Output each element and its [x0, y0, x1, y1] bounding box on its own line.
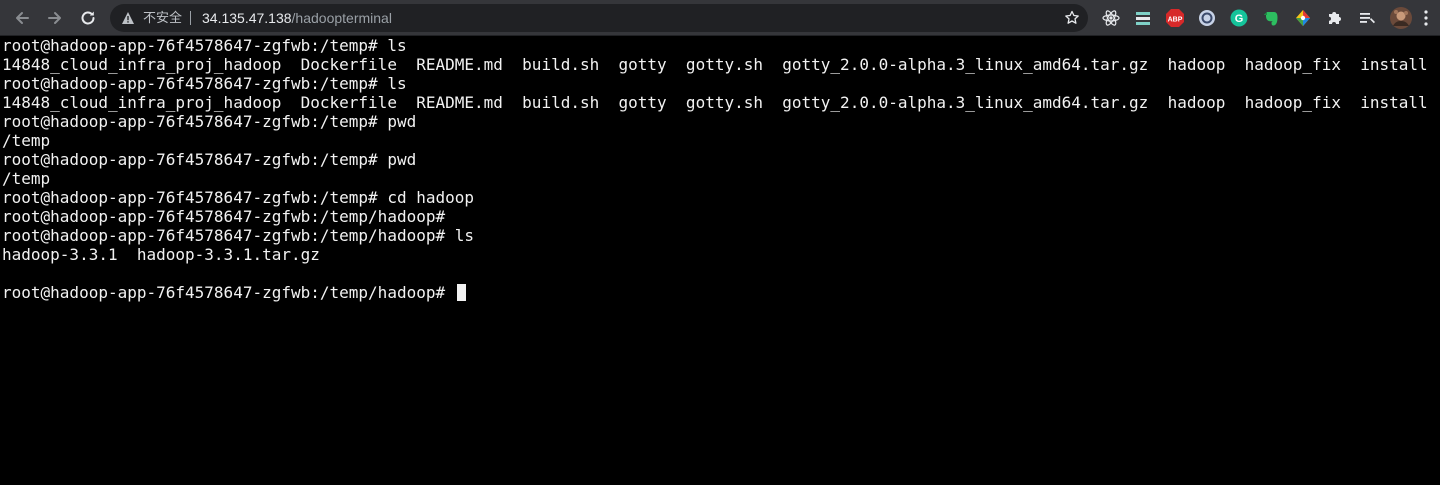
back-button[interactable]: [10, 6, 34, 30]
address-bar[interactable]: 不安全 34.135.47.138/hadoopterminal: [110, 4, 1088, 32]
terminal-line: /temp: [2, 131, 51, 150]
reading-list-icon[interactable]: [1357, 8, 1377, 28]
forward-arrow-icon: [48, 12, 61, 24]
terminal-line: 14848_cloud_infra_proj_hadoop Dockerfile…: [2, 93, 1428, 112]
adblock-plus-icon[interactable]: ABP: [1165, 8, 1185, 28]
reload-icon: [81, 11, 95, 25]
terminal-prompt: root@hadoop-app-76f4578647-zgfwb:/temp/h…: [2, 283, 455, 302]
terminal-line: root@hadoop-app-76f4578647-zgfwb:/temp# …: [2, 188, 475, 207]
omnibox-divider: [190, 11, 191, 25]
terminal-line: root@hadoop-app-76f4578647-zgfwb:/temp# …: [2, 74, 407, 93]
terminal-cursor: [456, 284, 466, 301]
terminal-line: 14848_cloud_infra_proj_hadoop Dockerfile…: [2, 55, 1428, 74]
url-path: /hadoopterminal: [291, 10, 392, 26]
terminal-line: root@hadoop-app-76f4578647-zgfwb:/temp/h…: [2, 226, 475, 245]
url-host: 34.135.47.138: [202, 10, 292, 26]
menu-kebab-icon[interactable]: [1418, 8, 1434, 28]
terminal-window[interactable]: root@hadoop-app-76f4578647-zgfwb:/temp# …: [0, 36, 1440, 485]
not-secure-label[interactable]: 不安全: [143, 4, 182, 32]
abp-label: ABP: [1168, 16, 1183, 23]
forward-button[interactable]: [43, 6, 67, 30]
circle-extension-icon[interactable]: [1197, 8, 1217, 28]
bookmark-star-icon[interactable]: [1064, 10, 1080, 26]
terminal-line: root@hadoop-app-76f4578647-zgfwb:/temp# …: [2, 36, 407, 55]
terminal-line: hadoop-3.3.1 hadoop-3.3.1.tar.gz: [2, 245, 320, 264]
reload-button[interactable]: [76, 6, 100, 30]
react-devtools-icon[interactable]: [1101, 8, 1121, 28]
terminal-line: root@hadoop-app-76f4578647-zgfwb:/temp/h…: [2, 207, 446, 226]
terminal-line: root@hadoop-app-76f4578647-zgfwb:/temp# …: [2, 112, 417, 131]
back-arrow-icon: [16, 12, 29, 24]
puzzle-extensions-icon[interactable]: [1325, 8, 1345, 28]
warning-icon: [122, 12, 134, 24]
terminal-line: root@hadoop-app-76f4578647-zgfwb:/temp# …: [2, 150, 417, 169]
profile-avatar[interactable]: [1389, 6, 1413, 30]
terminal-prompt-line[interactable]: root@hadoop-app-76f4578647-zgfwb:/temp/h…: [0, 283, 1440, 302]
grammarly-icon[interactable]: G: [1229, 8, 1249, 28]
grammarly-label: G: [1235, 13, 1244, 25]
terminal-line: /temp: [2, 169, 51, 188]
shelf-extension-icon[interactable]: [1133, 8, 1153, 28]
evernote-icon[interactable]: [1261, 8, 1281, 28]
url-text[interactable]: 34.135.47.138/hadoopterminal: [202, 4, 392, 32]
color-picker-icon[interactable]: [1293, 8, 1313, 28]
browser-toolbar: 不安全 34.135.47.138/hadoopterminal ABP G: [0, 0, 1440, 36]
